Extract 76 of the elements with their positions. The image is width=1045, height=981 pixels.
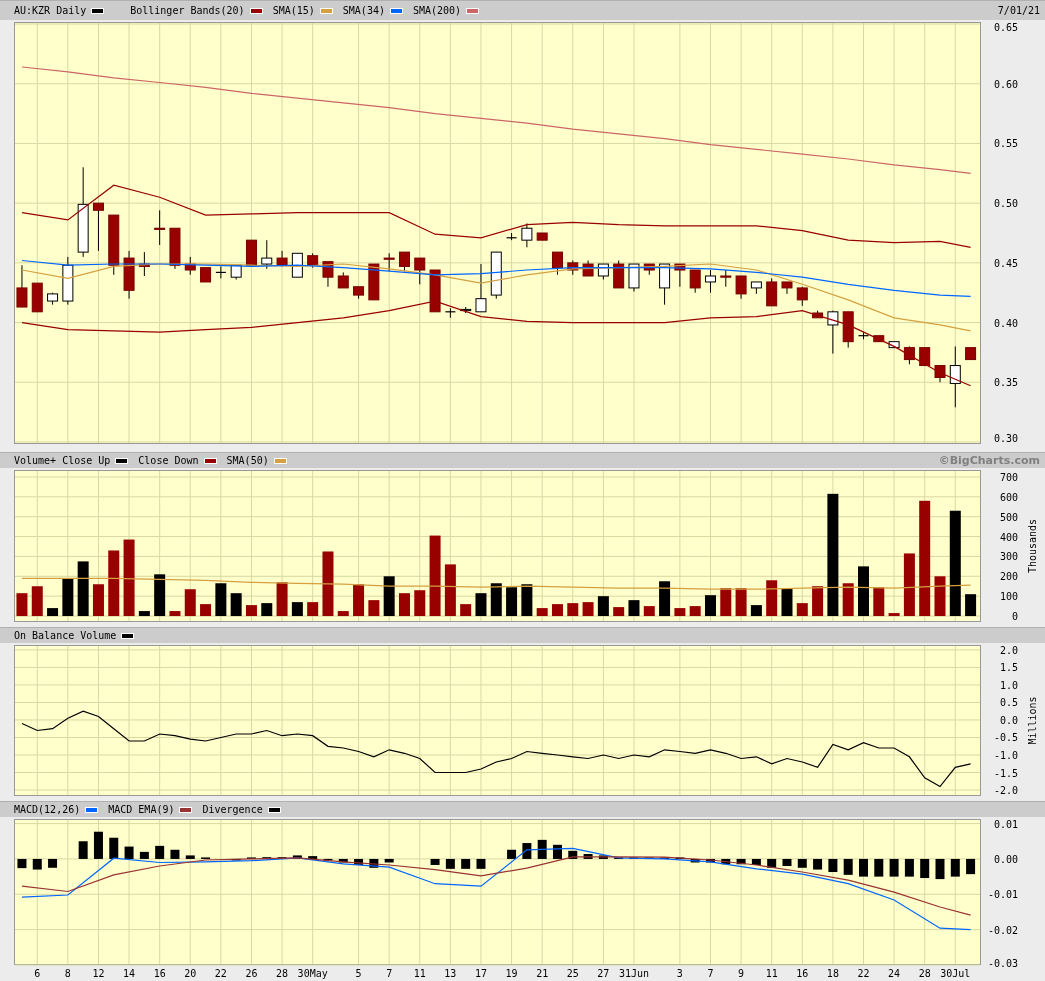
legend-label: Close Down: [138, 455, 199, 466]
axis-label: 0.0: [999, 714, 1018, 726]
legend-label: SMA(15): [272, 5, 315, 16]
legend-label: Volume+ Close Up: [14, 455, 111, 466]
legend-label: SMA(50): [226, 455, 269, 466]
axis-label: -0.01: [987, 889, 1018, 901]
axis-label: 21: [536, 968, 549, 979]
axis-label: 0.50: [993, 198, 1018, 210]
credit-text: ©BigCharts.com: [938, 454, 1040, 467]
axis-label: 400: [999, 531, 1018, 543]
axis-label: 0.01: [993, 819, 1018, 830]
axis-label: 14: [123, 968, 136, 979]
axis-label: 24: [888, 968, 901, 979]
legend-label: SMA(200): [412, 5, 462, 16]
axis-label: 17: [474, 968, 487, 979]
axis-label: 6: [34, 968, 41, 979]
legend-label: Bollinger Bands(20): [130, 5, 245, 16]
axis-label: 22: [214, 968, 227, 979]
axis-label: 30Jul: [940, 968, 971, 979]
axis-label: 0.55: [993, 138, 1018, 150]
axis-label: 7: [707, 968, 714, 979]
chart-date: 7/01/21: [997, 5, 1040, 16]
axis-label: 7: [386, 968, 393, 979]
axis-label: -1.0: [993, 750, 1018, 761]
axis-label: 0.30: [993, 433, 1018, 444]
legend-label: MACD EMA(9): [108, 804, 175, 815]
axis-label: 28: [276, 968, 289, 979]
axis-label: 8: [64, 968, 71, 979]
axis-label: 0.35: [993, 377, 1018, 389]
axis-label: 22: [857, 968, 870, 979]
axis-label: 5: [355, 968, 362, 979]
axis-label: 0.00: [993, 853, 1018, 865]
axis-label: 0.40: [993, 317, 1018, 329]
axis-label: 27: [597, 968, 610, 979]
axis-label: 26: [245, 968, 258, 979]
axis-label: 700: [999, 471, 1018, 483]
axis-label: 1.0: [999, 679, 1018, 691]
axis-label: 0: [1011, 611, 1018, 622]
axis-label: -0.5: [993, 732, 1018, 744]
axis-label: 300: [999, 551, 1018, 563]
axis-label: 0.45: [993, 257, 1018, 269]
axis-label: 11: [413, 968, 426, 979]
axis-label: 100: [999, 591, 1018, 603]
legend-label: MACD(12,26): [14, 804, 81, 815]
axis-label: 200: [999, 571, 1018, 583]
axis-label: 3: [676, 968, 683, 979]
axis-label: -1.5: [993, 767, 1018, 779]
axis-label: -0.03: [987, 958, 1018, 969]
axis-label: 13: [444, 968, 457, 979]
axis-label: 28: [918, 968, 931, 979]
axis-label: 16: [796, 968, 809, 979]
axis-title: Thousands: [1027, 518, 1038, 574]
legend-label: On Balance Volume: [14, 630, 117, 641]
axis-label: 600: [999, 491, 1018, 503]
axis-label: 19: [505, 968, 518, 979]
axis-label: -0.02: [987, 924, 1018, 936]
axis-label: 18: [826, 968, 839, 979]
axis-label: 11: [765, 968, 778, 979]
axis-label: 30May: [297, 968, 328, 979]
axis-label: 2.0: [999, 645, 1018, 656]
axis-label: 9: [738, 968, 745, 979]
axis-label: 31Jun: [618, 968, 650, 979]
axis-label: 0.65: [993, 22, 1018, 33]
legend-label: SMA(34): [342, 5, 385, 16]
axis-label: 25: [566, 968, 579, 979]
legend-label: Divergence: [202, 804, 263, 815]
axis-label: 0.60: [993, 78, 1018, 90]
axis-label: 20: [184, 968, 197, 979]
axis-label: 1.5: [999, 662, 1018, 674]
chart-title: AU:KZR Daily: [14, 5, 87, 16]
axis-label: 16: [153, 968, 166, 979]
axis-label: 500: [999, 511, 1018, 523]
axis-label: 0.5: [999, 697, 1018, 709]
axis-label: -2.0: [993, 785, 1018, 796]
axis-title: Millions: [1027, 696, 1038, 745]
axis-label: 12: [92, 968, 105, 979]
